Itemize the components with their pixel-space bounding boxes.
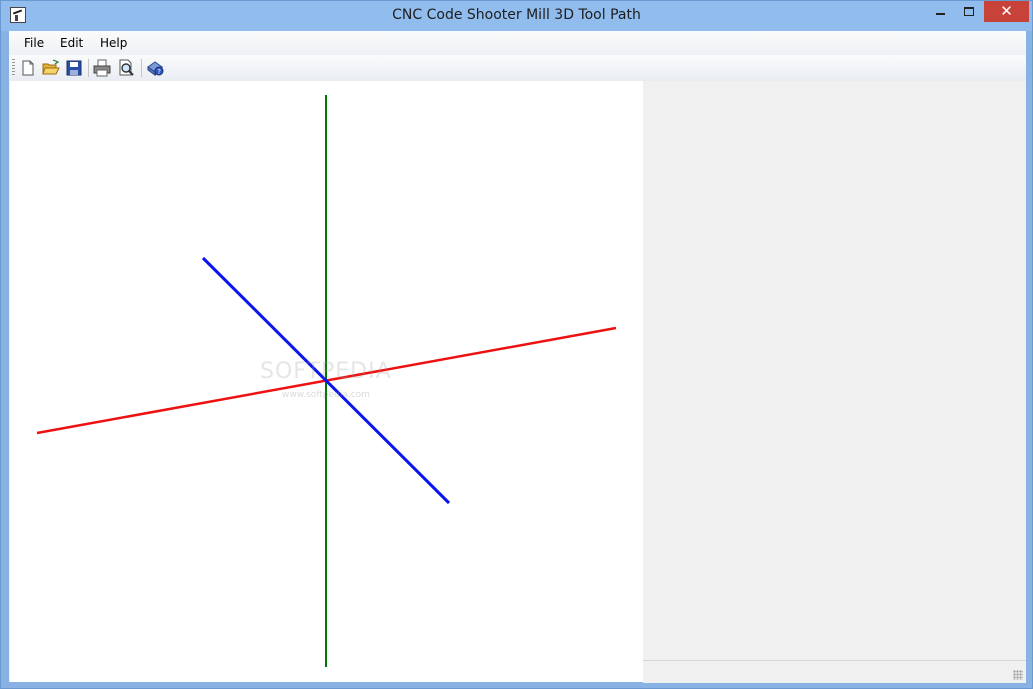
watermark: SOFTPEDIA [260,359,392,384]
toolbar-grip[interactable] [12,59,15,77]
minimize-button[interactable] [925,1,955,22]
close-button[interactable]: ✕ [984,1,1029,22]
save-icon [66,60,82,76]
menu-bar: File Edit Help [9,31,1026,55]
client-area: File Edit Help ? SOFTPEDIA www.softpedia… [9,31,1026,683]
toolpath-viewport[interactable]: SOFTPEDIA www.softpedia.com [10,81,643,682]
toolbar-separator [88,59,89,77]
window-title: CNC Code Shooter Mill 3D Tool Path [392,7,641,23]
maximize-button[interactable] [954,1,984,22]
new-button[interactable] [19,59,37,77]
toolbar: ? [9,55,1026,81]
help-about-icon: ? [147,61,164,76]
resize-grip[interactable] [1013,670,1023,680]
toolbar-separator [141,59,142,77]
save-button[interactable] [65,59,83,77]
svg-text:?: ? [157,68,161,76]
print-preview-icon [119,59,134,76]
open-folder-icon [42,59,60,75]
menu-file[interactable]: File [24,36,44,50]
print-button[interactable] [93,59,111,77]
open-button[interactable] [42,59,60,77]
watermark-url: www.softpedia.com [282,390,370,400]
title-bar[interactable]: CNC Code Shooter Mill 3D Tool Path ✕ [1,1,1032,31]
app-window: CNC Code Shooter Mill 3D Tool Path ✕ Fil… [0,0,1033,689]
about-button[interactable]: ? [146,59,164,77]
menu-help[interactable]: Help [100,36,127,50]
close-icon: ✕ [1000,2,1013,20]
status-bar [643,660,1026,683]
minimize-icon [936,13,945,15]
side-panel [643,81,1026,660]
maximize-icon [964,7,974,16]
print-preview-button[interactable] [117,59,135,77]
print-icon [93,59,111,77]
menu-edit[interactable]: Edit [60,36,83,50]
new-document-icon [22,60,34,76]
